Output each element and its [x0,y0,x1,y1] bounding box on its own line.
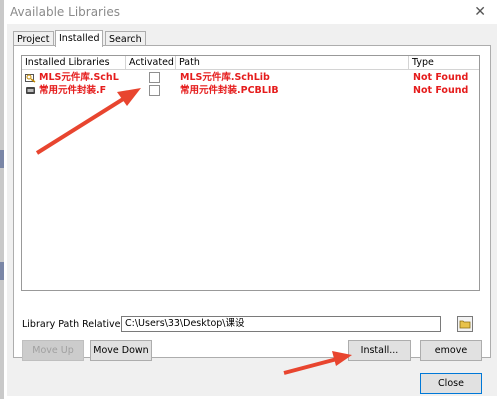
tab-project[interactable]: Project [13,31,54,46]
tab-installed[interactable]: Installed [55,30,104,47]
close-button[interactable]: Close [420,373,482,394]
tab-search-path[interactable]: Search Path [105,31,146,60]
schematic-library-icon [25,74,36,83]
install-button[interactable]: Install... [348,340,411,361]
library-name: 常用元件封装.F [39,85,107,96]
library-type: Not Found [413,85,469,96]
title-bar: Available Libraries ✕ [4,0,500,24]
library-path: MLS元件库.SchLib [180,72,270,83]
available-libraries-dialog: Available Libraries ✕ Project Installed … [4,0,500,399]
table-row[interactable]: MLS元件库.SchL MLS元件库.SchLib Not Found [22,71,479,84]
dialog-title: Available Libraries [10,5,120,19]
pcb-library-icon [26,87,35,94]
library-path: 常用元件封装.PCBLIB [180,85,279,96]
table-row[interactable]: 常用元件封装.F 常用元件封装.PCBLIB Not Found [22,84,479,97]
column-header-activated[interactable]: Activated [126,56,176,70]
library-type: Not Found [413,72,469,83]
move-up-button[interactable]: Move Up [22,340,84,361]
browse-folder-button[interactable] [457,316,473,332]
installed-libraries-list[interactable]: Installed Libraries Activated Path Type … [21,55,480,291]
library-name: MLS元件库.SchL [39,72,119,83]
activated-checkbox[interactable] [149,72,160,83]
column-header-installed-libraries[interactable]: Installed Libraries [22,56,126,70]
folder-icon [459,320,471,329]
installed-tab-panel: Installed Libraries Activated Path Type … [13,45,491,358]
close-icon[interactable]: ✕ [474,4,486,20]
activated-checkbox[interactable] [149,85,160,96]
column-header-path[interactable]: Path [176,56,409,70]
move-down-button[interactable]: Move Down [90,340,152,361]
remove-button[interactable]: emove [420,340,482,361]
dialog-client-area: Project Installed Search Path Installed … [7,24,497,396]
relative-path-field[interactable]: C:\Users\33\Desktop\课设 [121,316,441,332]
relative-path-label: Library Path Relative To: [22,319,137,330]
column-header-type[interactable]: Type [409,56,479,70]
